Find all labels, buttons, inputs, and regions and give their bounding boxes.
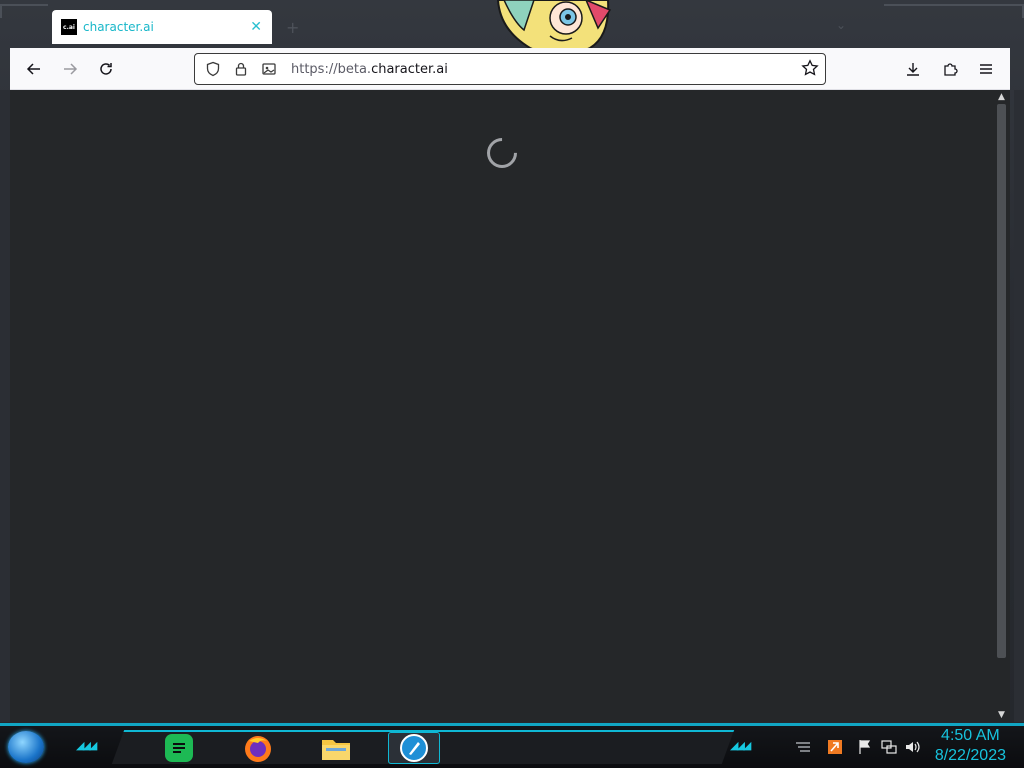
- list-all-tabs-icon[interactable]: ⌄: [836, 18, 846, 32]
- page-content: [10, 90, 1010, 722]
- reload-icon[interactable]: [93, 56, 119, 82]
- taskbar-chat-app-icon[interactable]: [163, 732, 195, 764]
- taskbar-active-app-icon[interactable]: [388, 732, 440, 764]
- loading-spinner-icon: [480, 131, 524, 175]
- tray-show-desktop-icon[interactable]: [794, 738, 812, 756]
- tab-title: character.ai: [83, 20, 154, 34]
- frame-decoration-left: [0, 4, 48, 18]
- image-permission-icon[interactable]: [259, 59, 279, 79]
- url-text: https://beta.character.ai: [291, 61, 448, 77]
- navigation-toolbar: https://beta.character.ai: [10, 48, 1010, 90]
- frame-side-left: [0, 90, 10, 722]
- tracking-protection-shield-icon[interactable]: [203, 59, 223, 79]
- tab-close-icon[interactable]: ✕: [250, 19, 262, 35]
- clock-date: 8/22/2023: [934, 747, 1006, 764]
- scrollbar-thumb[interactable]: [997, 104, 1006, 658]
- scroll-down-arrow-icon[interactable]: ▼: [998, 710, 1005, 720]
- url-bar[interactable]: https://beta.character.ai: [194, 53, 826, 85]
- back-icon[interactable]: [21, 56, 47, 82]
- system-clock[interactable]: 4:50 AM 8/22/2023: [935, 726, 1006, 766]
- clock-time: 4:50 AM: [941, 727, 1000, 744]
- hamburger-menu-icon[interactable]: [973, 56, 999, 82]
- frame-decoration-right: [884, 4, 1024, 18]
- forward-icon[interactable]: [57, 56, 83, 82]
- taskbar-decoration-left: ◢◢◢: [76, 739, 97, 752]
- tray-volume-icon[interactable]: [904, 738, 922, 756]
- downloads-icon[interactable]: [900, 56, 926, 82]
- taskbar-decoration-right: ◢◢◢: [730, 739, 751, 752]
- favicon: c.ai: [61, 19, 77, 35]
- vertical-scrollbar[interactable]: ▲ ▼: [994, 90, 1010, 722]
- tray-app-icon[interactable]: [826, 738, 844, 756]
- lock-icon[interactable]: [231, 59, 251, 79]
- tray-flag-icon[interactable]: [856, 738, 874, 756]
- scroll-up-arrow-icon[interactable]: ▲: [998, 92, 1005, 102]
- frame-side-right: [1014, 90, 1024, 722]
- taskbar-file-explorer-icon[interactable]: [320, 732, 352, 764]
- taskbar: ◢◢◢ ◢◢◢ 4:50 AM 8/22/2023: [0, 726, 1024, 768]
- taskbar-firefox-icon[interactable]: [242, 732, 274, 764]
- bookmark-star-icon[interactable]: [801, 59, 819, 81]
- new-tab-icon[interactable]: +: [286, 18, 299, 37]
- start-orb-button[interactable]: [8, 731, 44, 763]
- tray-network-icon[interactable]: [880, 738, 898, 756]
- extensions-puzzle-icon[interactable]: [937, 56, 963, 82]
- browser-tab[interactable]: c.ai character.ai ✕: [52, 10, 272, 44]
